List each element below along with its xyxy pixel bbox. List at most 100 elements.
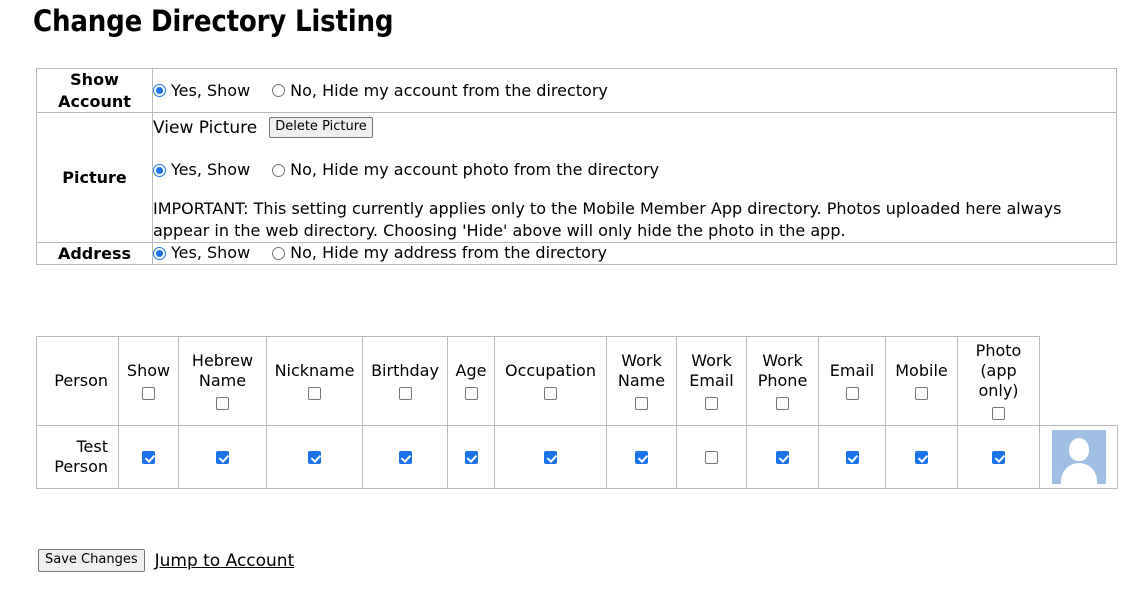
cell-nickname[interactable] <box>267 426 363 489</box>
column-header-email: Email <box>819 337 886 426</box>
address-option-no[interactable]: No, Hide my address from the directory <box>272 245 607 261</box>
cell-avatar <box>1040 426 1118 489</box>
checkbox-age[interactable] <box>465 451 478 464</box>
column-header-age-label: Age <box>451 361 491 381</box>
column-header-age: Age <box>448 337 495 426</box>
picture-option-yes-label: Yes, Show <box>171 162 250 178</box>
picture-radio-group: Yes, Show No, Hide my account photo from… <box>153 140 1116 198</box>
show-account-radio-group: Yes, Show No, Hide my account from the d… <box>153 83 1116 99</box>
footer-actions: Save Changes Jump to Account <box>38 549 294 572</box>
address-options: Yes, Show No, Hide my address from the d… <box>153 242 1117 265</box>
picture-option-yes[interactable]: Yes, Show <box>153 162 250 178</box>
checkbox-hebrew-name[interactable] <box>216 451 229 464</box>
page-root: Change Directory Listing Show Account Ye… <box>0 0 1137 589</box>
radio-unselected-icon[interactable] <box>272 164 285 177</box>
column-header-occupation: Occupation <box>495 337 607 426</box>
cell-work-name[interactable] <box>607 426 677 489</box>
checkbox-show[interactable] <box>142 451 155 464</box>
select-all-mobile-checkbox[interactable] <box>915 387 928 400</box>
show-account-option-yes-label: Yes, Show <box>171 83 250 99</box>
radio-selected-icon[interactable] <box>153 164 166 177</box>
checkbox-work-phone[interactable] <box>776 451 789 464</box>
select-all-age-checkbox[interactable] <box>465 387 478 400</box>
show-account-options: Yes, Show No, Hide my account from the d… <box>153 69 1117 113</box>
select-all-photo-checkbox[interactable] <box>992 407 1005 420</box>
save-changes-button[interactable]: Save Changes <box>38 549 145 572</box>
column-header-hebrew-name: Hebrew Name <box>179 337 267 426</box>
picture-option-no-label: No, Hide my account photo from the direc… <box>290 162 659 178</box>
select-all-work-email-checkbox[interactable] <box>705 397 718 410</box>
checkbox-email[interactable] <box>846 451 859 464</box>
address-label: Address <box>37 242 153 265</box>
checkbox-photo[interactable] <box>992 451 1005 464</box>
column-header-mobile: Mobile <box>886 337 958 426</box>
row-person-name: Test Person <box>37 426 119 489</box>
select-all-work-name-checkbox[interactable] <box>635 397 648 410</box>
select-all-work-phone-checkbox[interactable] <box>776 397 789 410</box>
address-option-yes-label: Yes, Show <box>171 245 250 261</box>
picture-options: View Picture Delete Picture Yes, Show No… <box>153 113 1117 242</box>
radio-selected-icon[interactable] <box>153 84 166 97</box>
cell-work-email[interactable] <box>677 426 747 489</box>
cell-photo[interactable] <box>958 426 1040 489</box>
column-header-person: Person <box>37 337 119 426</box>
picture-actions: View Picture Delete Picture <box>153 113 1116 140</box>
column-header-nickname-label: Nickname <box>270 361 359 381</box>
column-header-work-name-label: Work Name <box>610 351 673 391</box>
select-all-email-checkbox[interactable] <box>846 387 859 400</box>
settings-row-picture: Picture View Picture Delete Picture Yes,… <box>37 113 1117 242</box>
checkbox-work-email[interactable] <box>705 451 718 464</box>
select-all-hebrew-name-checkbox[interactable] <box>216 397 229 410</box>
checkbox-birthday[interactable] <box>399 451 412 464</box>
view-picture-text[interactable]: View Picture <box>153 118 257 138</box>
select-all-show-checkbox[interactable] <box>142 387 155 400</box>
address-option-yes[interactable]: Yes, Show <box>153 245 250 261</box>
show-account-label: Show Account <box>37 69 153 113</box>
column-header-avatar <box>1040 337 1118 426</box>
user-avatar-icon <box>1052 430 1106 484</box>
picture-option-no[interactable]: No, Hide my account photo from the direc… <box>272 162 659 178</box>
show-account-option-yes[interactable]: Yes, Show <box>153 83 250 99</box>
select-all-birthday-checkbox[interactable] <box>399 387 412 400</box>
select-all-nickname-checkbox[interactable] <box>308 387 321 400</box>
column-header-work-email-label: Work Email <box>680 351 743 391</box>
cell-work-phone[interactable] <box>747 426 819 489</box>
column-header-show: Show <box>119 337 179 426</box>
table-header-row: Person Show Hebrew Name Nickname Birthda… <box>37 337 1118 426</box>
column-header-photo-label: Photo (app only) <box>961 341 1036 401</box>
column-header-nickname: Nickname <box>267 337 363 426</box>
cell-birthday[interactable] <box>363 426 448 489</box>
checkbox-occupation[interactable] <box>544 451 557 464</box>
page-title: Change Directory Listing <box>33 5 393 38</box>
directory-fields-table: Person Show Hebrew Name Nickname Birthda… <box>36 336 1118 489</box>
picture-label: Picture <box>37 113 153 242</box>
cell-occupation[interactable] <box>495 426 607 489</box>
column-header-work-name: Work Name <box>607 337 677 426</box>
column-header-occupation-label: Occupation <box>498 361 603 381</box>
cell-email[interactable] <box>819 426 886 489</box>
checkbox-nickname[interactable] <box>308 451 321 464</box>
show-account-option-no[interactable]: No, Hide my account from the directory <box>272 83 608 99</box>
column-header-work-email: Work Email <box>677 337 747 426</box>
column-header-work-phone: Work Phone <box>747 337 819 426</box>
radio-selected-icon[interactable] <box>153 247 166 260</box>
show-account-option-no-label: No, Hide my account from the directory <box>290 83 608 99</box>
radio-unselected-icon[interactable] <box>272 247 285 260</box>
cell-hebrew-name[interactable] <box>179 426 267 489</box>
address-radio-group: Yes, Show No, Hide my address from the d… <box>153 245 1116 261</box>
table-row: Test Person <box>37 426 1118 489</box>
cell-mobile[interactable] <box>886 426 958 489</box>
radio-unselected-icon[interactable] <box>272 84 285 97</box>
jump-to-account-link[interactable]: Jump to Account <box>155 551 295 571</box>
settings-row-address: Address Yes, Show No, Hide my address fr… <box>37 242 1117 265</box>
checkbox-work-name[interactable] <box>635 451 648 464</box>
delete-picture-button[interactable]: Delete Picture <box>269 117 373 138</box>
column-header-work-phone-label: Work Phone <box>750 351 815 391</box>
cell-show[interactable] <box>119 426 179 489</box>
address-option-no-label: No, Hide my address from the directory <box>290 245 607 261</box>
column-header-photo: Photo (app only) <box>958 337 1040 426</box>
column-header-birthday: Birthday <box>363 337 448 426</box>
cell-age[interactable] <box>448 426 495 489</box>
select-all-occupation-checkbox[interactable] <box>544 387 557 400</box>
checkbox-mobile[interactable] <box>915 451 928 464</box>
